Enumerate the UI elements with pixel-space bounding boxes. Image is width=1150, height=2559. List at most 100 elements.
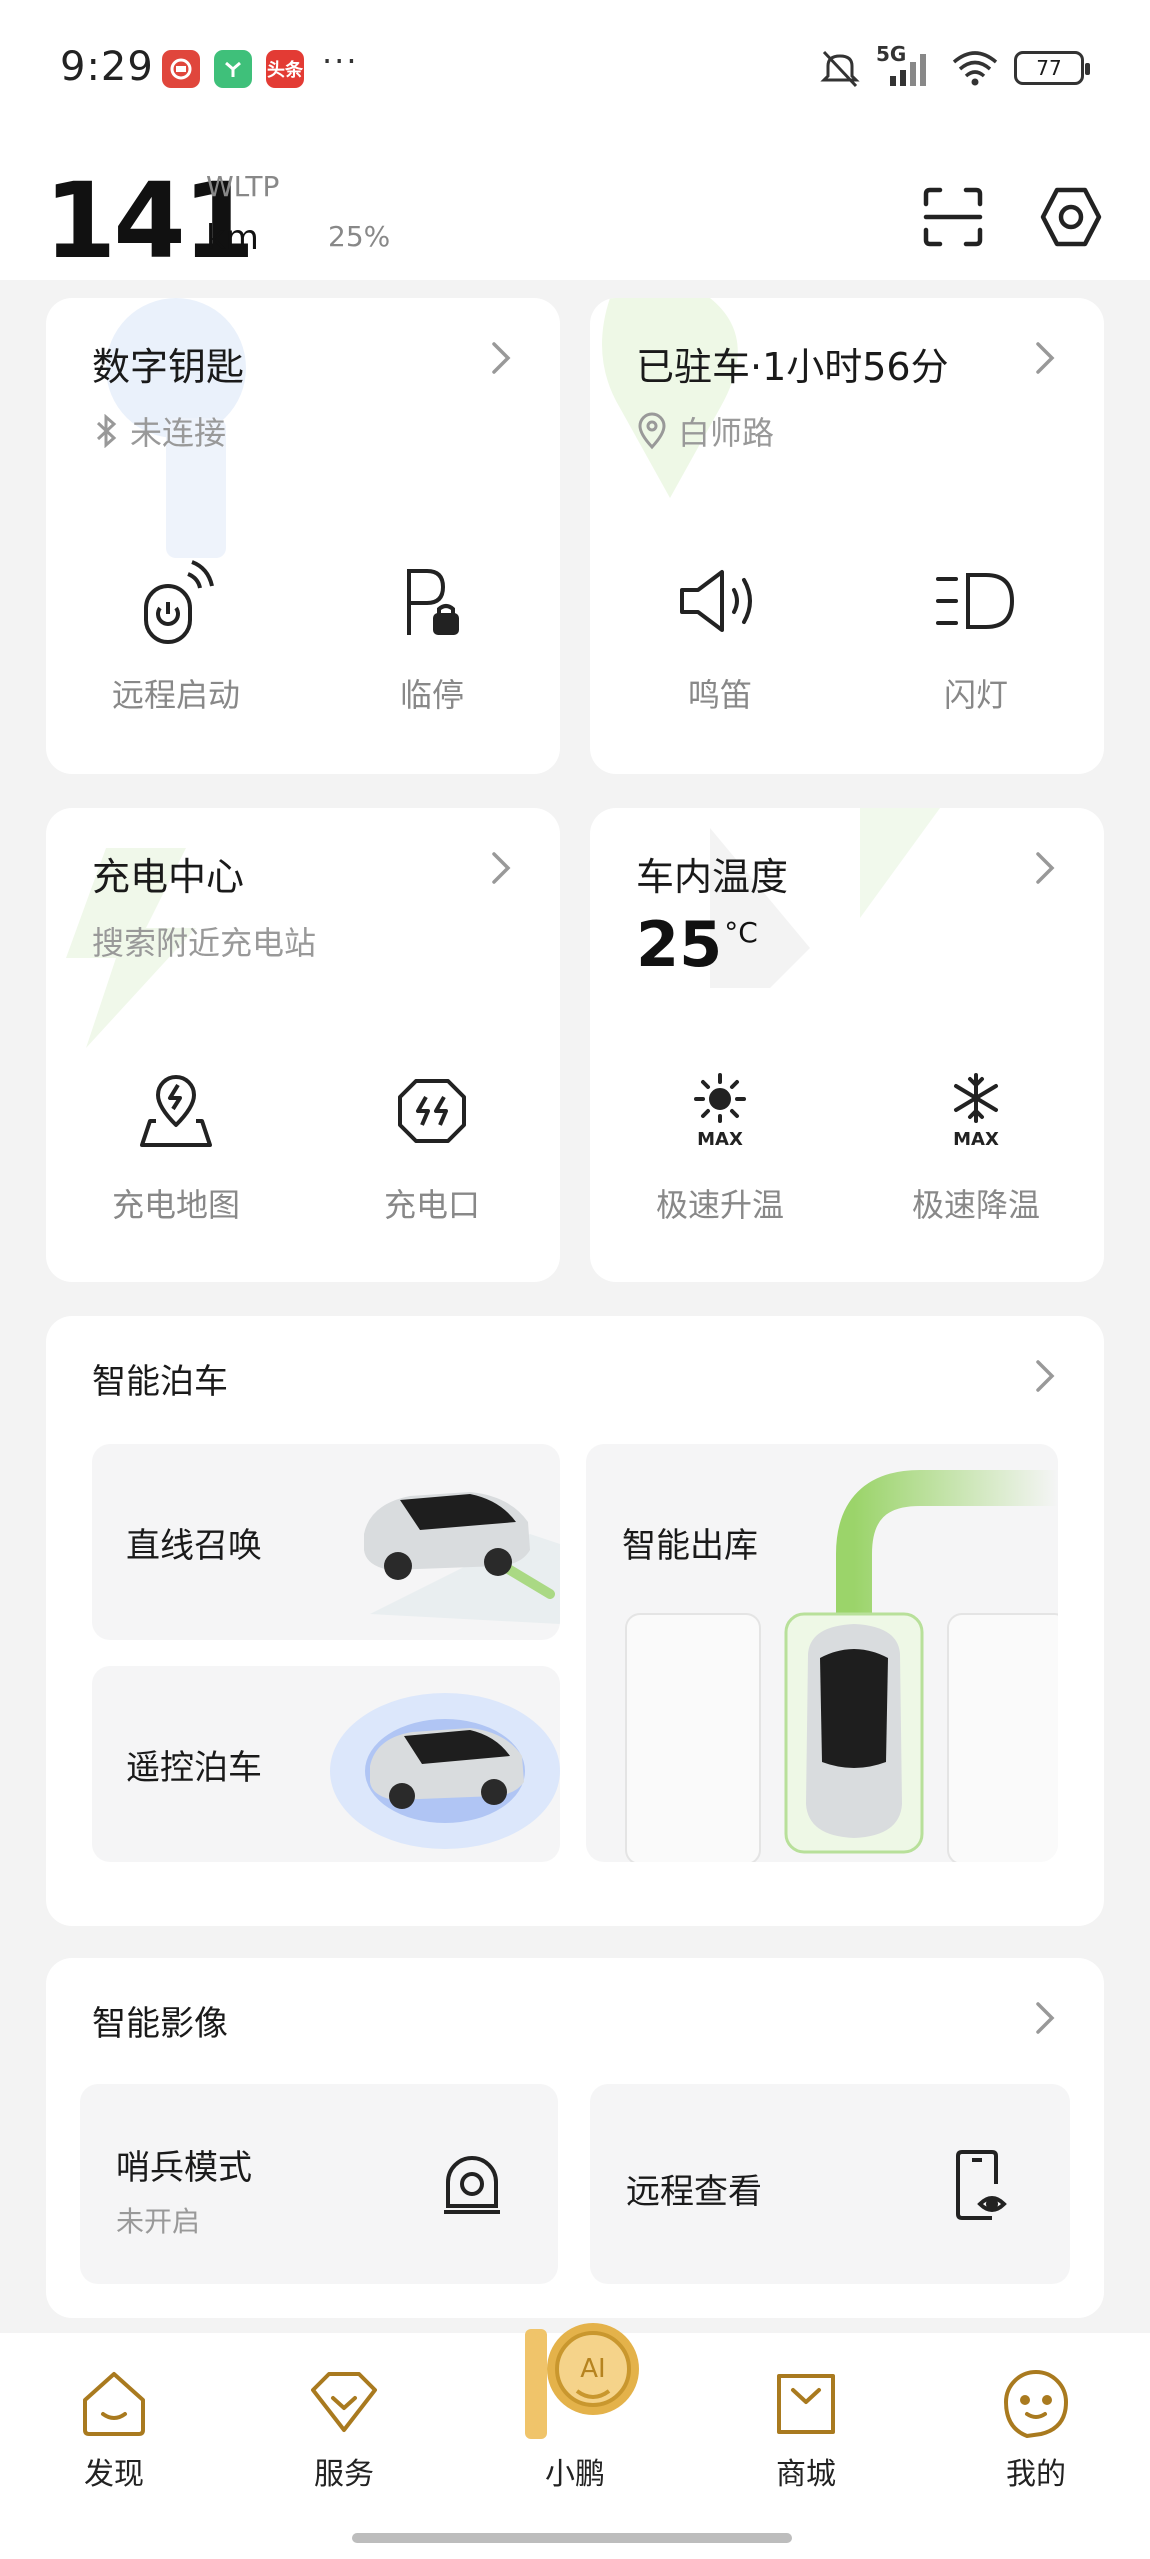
max-heat-icon: MAX: [694, 1073, 746, 1149]
charging-port-button[interactable]: 充电口: [322, 1056, 542, 1226]
remote-start-icon: [144, 560, 214, 644]
chevron-right-icon: [492, 852, 511, 884]
car-remote-illustration: [330, 1693, 560, 1849]
charging-subtitle-text: 搜索附近充电站: [92, 924, 317, 962]
nav-discover-label: 发现: [84, 2457, 144, 2492]
temp-parking-label: 临停: [399, 676, 464, 714]
remote-view-tile[interactable]: 远程查看: [590, 2084, 1070, 2284]
discover-icon: [83, 2372, 145, 2436]
smart-camera-card: 智能影像 哨兵模式 未开启 远程查看: [46, 1958, 1104, 2318]
mall-icon: [777, 2374, 835, 2434]
location-pin-icon: [638, 412, 666, 450]
ai-badge: AI: [580, 2354, 605, 2384]
sentry-mode-label: 哨兵模式: [116, 2148, 252, 2188]
settings-button[interactable]: [1036, 182, 1106, 252]
digital-key-title: 数字钥匙: [92, 345, 245, 389]
sentry-camera-icon: [444, 2156, 500, 2214]
gesture-area: [0, 2513, 1150, 2559]
temp-parking-icon: [407, 569, 459, 635]
wifi-icon: [952, 51, 998, 86]
status-more: ···: [322, 42, 359, 80]
mute-icon: [820, 50, 860, 88]
flash-lights-button[interactable]: 闪灯: [866, 546, 1086, 716]
chevron-right-icon[interactable]: [1028, 1356, 1062, 1396]
chevron-right-icon: [492, 342, 511, 374]
app-badge-icon: [214, 50, 252, 88]
battery-percent: 25%: [328, 220, 391, 253]
battery-level: 77: [1036, 56, 1062, 80]
parking-status-card[interactable]: 已驻车·1小时56分 白师路 鸣笛 闪灯: [590, 298, 1104, 774]
profile-icon: [1004, 2370, 1068, 2438]
horn-label: 鸣笛: [687, 676, 752, 714]
cabin-temperature: 25°C: [636, 908, 758, 981]
chevron-right-icon: [1036, 342, 1055, 374]
car-exit-illustration: [625, 1470, 1058, 1862]
remote-start-button[interactable]: 远程启动: [66, 546, 286, 716]
settings-hexagon-icon: [1040, 187, 1102, 247]
flash-lights-icon: [936, 573, 1015, 629]
smart-exit-tile[interactable]: 智能出库: [586, 1444, 1058, 1862]
charging-subtitle: 搜索附近充电站: [92, 918, 316, 964]
battery-icon: 77: [1014, 51, 1090, 85]
range-standard: WLTP: [206, 170, 280, 203]
parking-title: 已驻车·1小时56分: [636, 345, 949, 389]
vehicle-header: 141 WLTP km 25%: [0, 140, 1150, 282]
nav-service-label: 服务: [314, 2457, 374, 2492]
cabin-temperature-card[interactable]: 车内温度 25°C MAX 极速升温 MAX 极速降温: [590, 808, 1104, 1282]
service-icon: [311, 2372, 377, 2432]
max-heat-label: 极速升温: [655, 1186, 784, 1224]
digital-key-card[interactable]: 数字钥匙 未连接 远程启动 临停: [46, 298, 560, 774]
network-type: 5G: [876, 42, 907, 66]
charging-title: 充电中心: [92, 855, 245, 899]
car-summon-illustration: [364, 1492, 560, 1624]
scan-button[interactable]: [918, 182, 988, 252]
max-cool-button[interactable]: MAX 极速降温: [866, 1056, 1086, 1226]
status-icons: 5G 77: [818, 42, 1090, 88]
smart-parking-card: 智能泊车 直线召唤 遥控泊车 智能出库: [46, 1316, 1104, 1926]
key-connection-status: 未连接: [92, 408, 226, 454]
key-status-text: 未连接: [130, 414, 227, 452]
sentry-mode-tile[interactable]: 哨兵模式 未开启: [80, 2084, 558, 2284]
parking-location-text: 白师路: [678, 414, 775, 452]
parking-location: 白师路: [636, 408, 774, 454]
horn-button[interactable]: 鸣笛: [610, 546, 830, 716]
home-gesture-bar[interactable]: [352, 2533, 792, 2543]
charging-map-label: 充电地图: [111, 1186, 240, 1224]
bluetooth-icon: [96, 414, 117, 448]
remote-parking-label: 遥控泊车: [126, 1748, 262, 1788]
temp-parking-button[interactable]: 临停: [322, 546, 542, 716]
xpeng-ai-icon: AI: [525, 2323, 639, 2439]
app-badge-toutiao-icon: 头条: [266, 50, 304, 88]
nav-mall[interactable]: 商城: [736, 2363, 876, 2493]
app-badge-text: 头条: [267, 60, 303, 81]
chevron-right-icon: [1036, 852, 1055, 884]
remote-start-label: 远程启动: [111, 676, 240, 714]
chevron-right-icon[interactable]: [1028, 1998, 1062, 2038]
temperature-value: 25: [636, 908, 723, 981]
max-heat-button[interactable]: MAX 极速升温: [610, 1056, 830, 1226]
remote-view-label: 远程查看: [626, 2172, 762, 2212]
scan-icon: [923, 187, 983, 247]
nav-mall-label: 商城: [776, 2457, 836, 2492]
charging-map-button[interactable]: 充电地图: [66, 1056, 286, 1226]
nav-service[interactable]: 服务: [274, 2363, 414, 2493]
nav-xpeng[interactable]: AI 小鹏: [505, 2323, 645, 2493]
charging-port-label: 充电口: [383, 1186, 480, 1224]
nav-profile[interactable]: 我的: [966, 2363, 1106, 2493]
summon-tile[interactable]: 直线召唤: [92, 1444, 560, 1640]
cellular-signal-icon: 5G: [876, 42, 936, 88]
max-heat-badge: MAX: [697, 1129, 743, 1149]
status-bar: 9:29 头条 ··· 5G 77: [0, 0, 1150, 140]
charging-port-icon: [398, 1079, 466, 1143]
remote-parking-tile[interactable]: 遥控泊车: [92, 1666, 560, 1862]
sentry-mode-status: 未开启: [116, 2205, 201, 2238]
remote-view-phone-icon: [956, 2150, 1007, 2220]
app-badge-icon: [162, 50, 200, 88]
nav-discover[interactable]: 发现: [44, 2363, 184, 2493]
max-cool-icon: MAX: [953, 1073, 999, 1149]
bottom-navigation: 发现 服务 AI 小鹏 商城 我的: [0, 2323, 1150, 2513]
temperature-unit: °C: [724, 916, 758, 949]
charging-center-card[interactable]: 充电中心 搜索附近充电站 充电地图 充电口: [46, 808, 560, 1282]
nav-profile-label: 我的: [1006, 2457, 1066, 2492]
horn-icon: [680, 570, 752, 632]
